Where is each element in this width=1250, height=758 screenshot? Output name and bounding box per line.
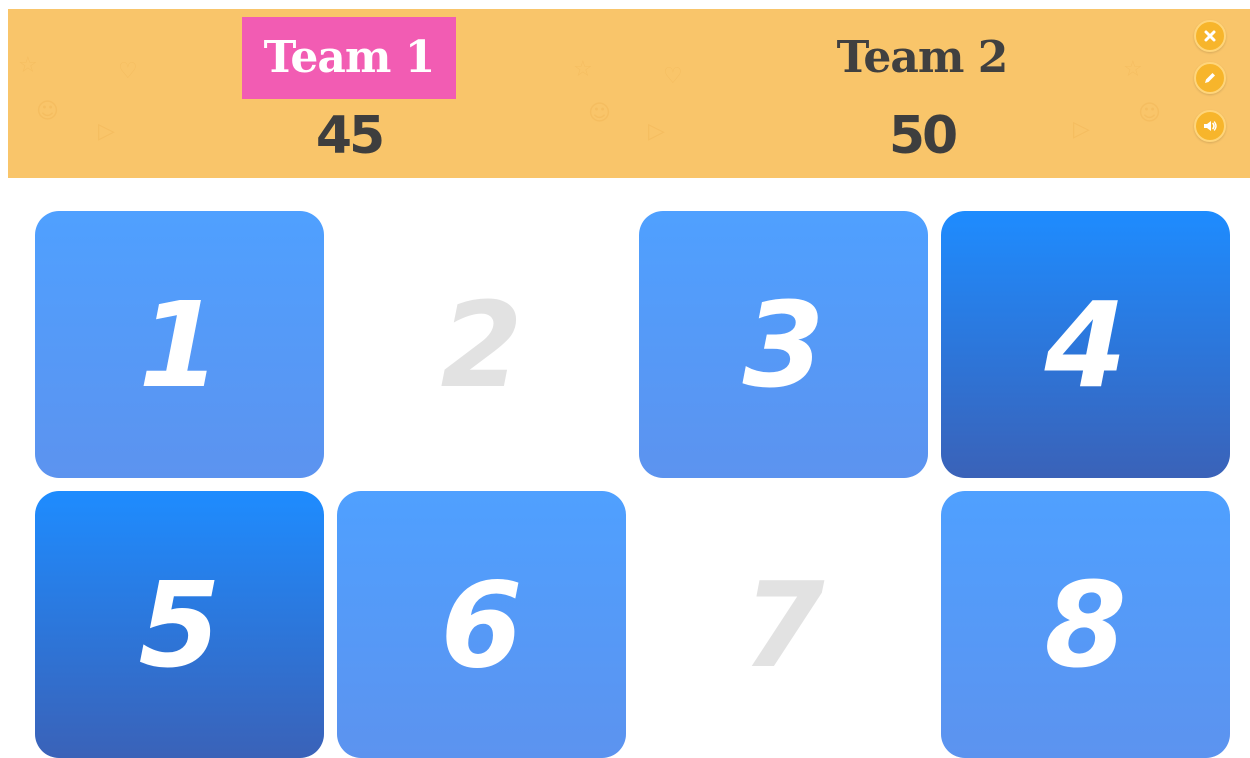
smiley-decoration-icon: ☺	[588, 101, 611, 126]
tile-5[interactable]: 5	[35, 491, 324, 758]
play-decoration-icon: ▷	[98, 119, 115, 144]
tile-1[interactable]: 1	[35, 211, 324, 478]
star-decoration-icon: ☆	[573, 57, 593, 82]
play-decoration-icon: ▷	[648, 119, 665, 144]
team-1-panel[interactable]: Team 1 45	[228, 17, 470, 173]
team-1-name: Team 1	[241, 17, 457, 99]
team-2-panel[interactable]: Team 2 50	[800, 17, 1044, 173]
smiley-decoration-icon: ☺	[1138, 101, 1161, 126]
close-icon	[1204, 30, 1216, 42]
sound-button[interactable]	[1194, 110, 1226, 142]
tile-2: 2	[337, 211, 626, 478]
play-decoration-icon: ▷	[1073, 117, 1090, 142]
team-1-score: 45	[315, 106, 385, 166]
tile-number: 5	[138, 555, 221, 694]
scoreboard-bar: ☆ ♡ ☺ ▷ ☆ ♡ ☺ ▷ ☆ ☺ ▷ Team 1 45 Team 2 5…	[8, 9, 1250, 178]
tile-4[interactable]: 4	[941, 211, 1230, 478]
team-2-name: Team 2	[836, 32, 1009, 83]
tile-number: 7	[742, 555, 825, 694]
heart-decoration-icon: ♡	[663, 64, 683, 89]
star-decoration-icon: ☆	[1123, 57, 1143, 82]
sound-icon	[1204, 121, 1217, 131]
heart-decoration-icon: ♡	[118, 59, 138, 84]
star-decoration-icon: ☆	[18, 53, 38, 78]
edit-pencil-icon	[1205, 73, 1215, 83]
tile-7: 7	[639, 491, 928, 758]
tile-6[interactable]: 6	[337, 491, 626, 758]
tile-number: 3	[742, 275, 825, 414]
tile-number: 2	[440, 275, 523, 414]
tile-number: 8	[1044, 555, 1127, 694]
tile-number: 1	[138, 275, 221, 414]
edit-button[interactable]	[1194, 62, 1226, 94]
close-button[interactable]	[1194, 20, 1226, 52]
smiley-decoration-icon: ☺	[36, 99, 59, 124]
tile-number: 6	[440, 555, 523, 694]
team-2-score: 50	[888, 106, 958, 166]
tile-8[interactable]: 8	[941, 491, 1230, 758]
tile-number: 4	[1044, 275, 1127, 414]
tile-3[interactable]: 3	[639, 211, 928, 478]
